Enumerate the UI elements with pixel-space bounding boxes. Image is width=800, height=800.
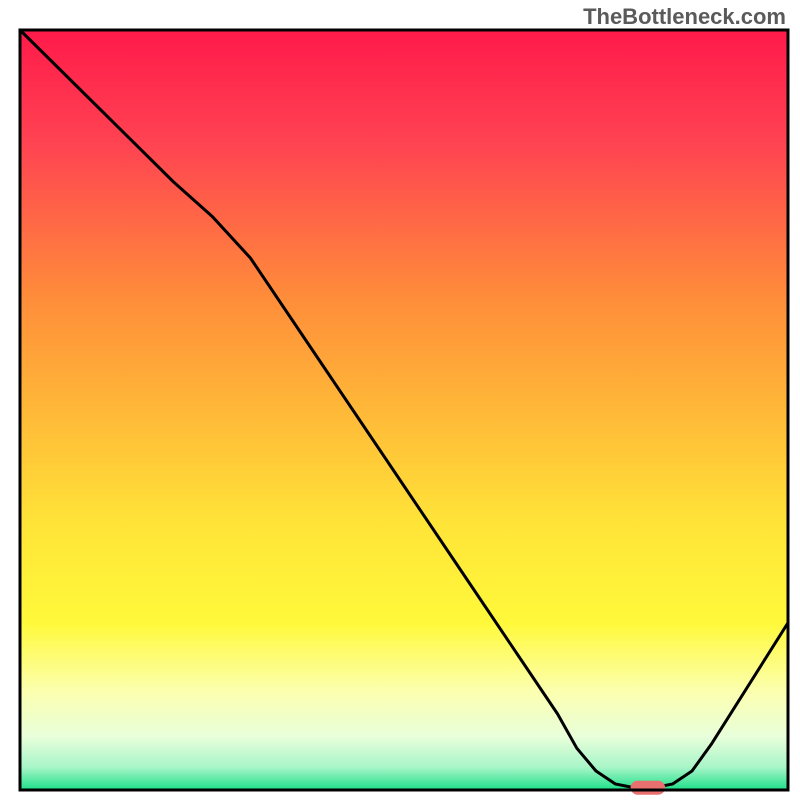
optimal-marker: [631, 781, 666, 795]
watermark-text: TheBottleneck.com: [583, 4, 786, 30]
chart-container: TheBottleneck.com: [0, 0, 800, 800]
bottleneck-chart: [0, 0, 800, 800]
